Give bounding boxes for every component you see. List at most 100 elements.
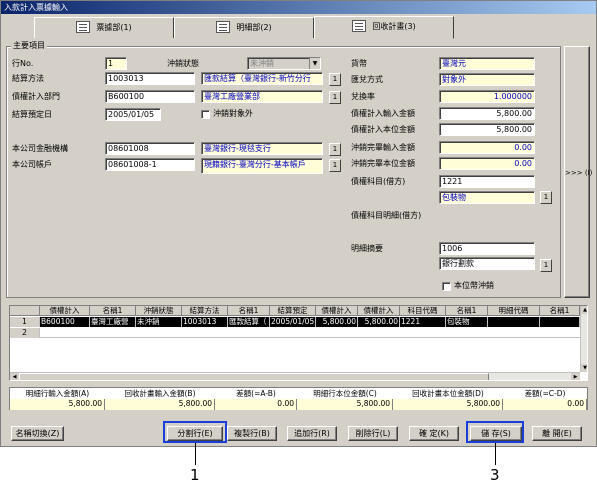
line-no-label: 行No. bbox=[12, 59, 34, 68]
grid-cell[interactable]: 臺灣工廠營 bbox=[90, 317, 136, 327]
grid-header[interactable]: 結算方法 bbox=[182, 306, 228, 316]
summary-value: 5,800.00 bbox=[105, 399, 215, 410]
grid-cell[interactable]: 5,800.00 bbox=[316, 317, 358, 327]
grid-cell[interactable] bbox=[488, 317, 540, 327]
grid-cell[interactable]: 1221 bbox=[400, 317, 446, 327]
grid-header[interactable]: 名稱1 bbox=[228, 306, 270, 316]
debt-local-amount-field[interactable]: 5,800.00 bbox=[439, 123, 535, 136]
scroll-up-icon[interactable]: ▲ bbox=[581, 306, 587, 314]
detail-summary-code[interactable]: 1006 bbox=[439, 242, 535, 255]
table-row[interactable]: 1 B600100 臺灣工廠營 未沖銷 1003013 匯款結算（ 2005/0… bbox=[10, 317, 580, 327]
grid-header[interactable]: 名稱1 bbox=[540, 306, 580, 316]
close-button[interactable]: 離 開(E) bbox=[532, 426, 582, 441]
tab-detail[interactable]: 明細部(2) bbox=[174, 17, 314, 38]
currency-label: 貨幣 bbox=[351, 59, 367, 68]
table-row[interactable]: 2 bbox=[10, 328, 580, 338]
settlement-method-label: 結算方法 bbox=[12, 74, 44, 83]
summary-header: 差額(=A-B) bbox=[236, 389, 276, 398]
debtor-dept-name: 臺灣工廠營業部 bbox=[201, 90, 323, 103]
settlement-date-label: 結算預定日 bbox=[12, 110, 52, 119]
grid-header[interactable]: 債權計入 bbox=[316, 306, 358, 316]
currency-field: 臺灣元 bbox=[439, 57, 535, 70]
save-highlight bbox=[466, 421, 524, 443]
grid-cell[interactable] bbox=[540, 317, 580, 327]
name-switch-button[interactable]: 名稱切換(Z) bbox=[11, 426, 64, 441]
debtor-dept-lookup-button[interactable]: 1 bbox=[329, 91, 341, 104]
grid-cell[interactable]: B600100 bbox=[40, 317, 90, 327]
grid-header[interactable]: 名稱1 bbox=[90, 306, 136, 316]
scroll-right-icon[interactable]: ▶ bbox=[571, 373, 580, 380]
exchange-method-field: 對象外 bbox=[439, 73, 535, 86]
collection-tab-icon bbox=[352, 20, 367, 32]
detail-summary-name[interactable]: 銀行劃款 bbox=[439, 257, 535, 270]
scroll-thumb[interactable] bbox=[19, 373, 489, 380]
scroll-left-icon[interactable]: ◀ bbox=[10, 373, 19, 380]
grid-corner bbox=[10, 306, 40, 316]
grid-header[interactable]: 債權計入 bbox=[358, 306, 400, 316]
confirm-button[interactable]: 確 定(K) bbox=[409, 426, 459, 441]
offset-exclude-label: 沖銷對象外 bbox=[213, 109, 253, 118]
grid-header[interactable]: 名稱1 bbox=[446, 306, 488, 316]
detail-tab-icon bbox=[216, 21, 231, 33]
copy-row-button[interactable]: 複製行(B) bbox=[227, 426, 277, 441]
summary-header: 明細行輸入金額(A) bbox=[25, 389, 90, 398]
grid-cell[interactable]: 匯款結算（ bbox=[228, 317, 270, 327]
summary-value: 5,800.00 bbox=[297, 399, 393, 410]
company-bank-lookup-button[interactable]: 1 bbox=[329, 143, 341, 156]
debt-input-amount-field[interactable]: 5,800.00 bbox=[439, 107, 535, 120]
grid-cell[interactable]: 2005/01/05 bbox=[270, 317, 316, 327]
company-bank-code[interactable]: 08601008 bbox=[105, 142, 195, 155]
exchange-rate-field: 1.000000 bbox=[439, 90, 535, 103]
settlement-method-lookup-button[interactable]: 1 bbox=[329, 73, 341, 86]
exchange-method-label: 匯兌方式 bbox=[351, 75, 383, 84]
callout-number-1: 1 bbox=[190, 466, 200, 484]
debt-subject-code[interactable]: 1221 bbox=[439, 175, 535, 188]
add-row-button[interactable]: 追加行(R) bbox=[287, 426, 337, 441]
company-account-lookup-button[interactable]: 1 bbox=[329, 159, 341, 172]
expand-side-button[interactable]: >>> (I) bbox=[564, 46, 593, 298]
company-account-code[interactable]: 08601008-1 bbox=[105, 158, 195, 171]
horizontal-scrollbar[interactable]: ◀ ▶ bbox=[10, 372, 580, 380]
line-no-field[interactable]: 1 bbox=[105, 57, 127, 70]
vertical-scrollbar[interactable]: ▲ ▼ bbox=[580, 306, 587, 372]
grid-cell[interactable]: 1003013 bbox=[182, 317, 228, 327]
settlement-date-field[interactable]: 2005/01/05 bbox=[105, 108, 161, 121]
offset-status-select[interactable]: 未沖銷 ▼ bbox=[247, 57, 321, 70]
grid-header[interactable]: 沖銷狀態 bbox=[136, 306, 182, 316]
tab-collection-plan[interactable]: 回收計畫(3) bbox=[314, 16, 454, 39]
scroll-down-icon[interactable]: ▼ bbox=[581, 364, 587, 372]
local-currency-offset-checkbox[interactable] bbox=[442, 282, 451, 291]
debt-local-amount-label: 債權計入本位金額 bbox=[351, 125, 415, 134]
company-account-label: 本公司帳戶 bbox=[12, 160, 52, 169]
grid-header[interactable]: 明細代碼 bbox=[488, 306, 540, 316]
offset-status-label: 沖銷狀態 bbox=[167, 59, 199, 68]
main-group-label: 主要項目 bbox=[11, 41, 47, 50]
offset-exclude-checkbox[interactable] bbox=[201, 110, 210, 119]
summary-header: 差額(=C-D) bbox=[524, 389, 566, 398]
expand-side-label: >>> (I) bbox=[565, 169, 593, 177]
tab-voucher-label: 票據部(1) bbox=[96, 23, 132, 32]
company-bank-label: 本公司金融機構 bbox=[12, 144, 68, 153]
local-currency-offset-label: 本位幣沖銷 bbox=[454, 281, 494, 290]
delete-row-button[interactable]: 削除行(L) bbox=[348, 426, 398, 441]
offset-status-value: 未沖銷 bbox=[250, 59, 274, 68]
debt-subject-detail-label: 債權科目明細(借方) bbox=[351, 211, 422, 220]
summary-value: 5,800.00 bbox=[393, 399, 503, 410]
grid-header[interactable]: 債權計入 bbox=[40, 306, 90, 316]
callout-number-3: 3 bbox=[490, 466, 500, 484]
grid-cell[interactable]: 包裝物 bbox=[446, 317, 488, 327]
grid-header[interactable]: 結算預定 bbox=[270, 306, 316, 316]
grid-cell[interactable]: 未沖銷 bbox=[136, 317, 182, 327]
tab-detail-label: 明細部(2) bbox=[236, 23, 272, 32]
offset-input-amount-field: 0.00 bbox=[439, 141, 535, 154]
detail-summary-lookup-button[interactable]: 1 bbox=[540, 259, 552, 272]
grid-header[interactable]: 科目代碼 bbox=[400, 306, 446, 316]
settlement-method-code[interactable]: 1003013 bbox=[105, 72, 195, 85]
summary-header: 回收計畫本位金額(D) bbox=[412, 389, 484, 398]
tab-voucher[interactable]: 票據部(1) bbox=[34, 17, 174, 38]
voucher-tab-icon bbox=[76, 21, 91, 33]
debtor-dept-code[interactable]: B600100 bbox=[105, 90, 195, 103]
debt-subject-lookup-button[interactable]: 1 bbox=[540, 191, 552, 204]
grid-cell[interactable]: 5,800.00 bbox=[358, 317, 400, 327]
chevron-down-icon: ▼ bbox=[309, 58, 320, 69]
